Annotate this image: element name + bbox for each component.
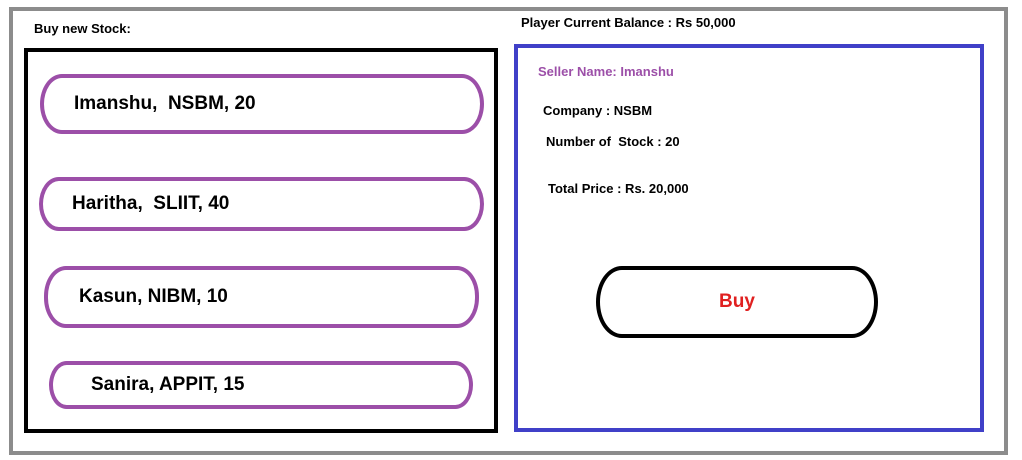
buy-button[interactable]: Buy (596, 266, 878, 338)
seller-name: Seller Name: Imanshu (538, 64, 674, 79)
stock-listing-label: Haritha, SLIIT, 40 (72, 193, 230, 214)
stock-listing-item[interactable]: Haritha, SLIIT, 40 (39, 177, 484, 231)
stock-listing-item[interactable]: Imanshu, NSBM, 20 (40, 74, 484, 134)
stock-listing-item[interactable]: Kasun, NIBM, 10 (44, 266, 479, 328)
stock-listing-label: Kasun, NIBM, 10 (79, 286, 228, 307)
stock-listing-item[interactable]: Sanira, APPIT, 15 (49, 361, 473, 409)
company-name: Company : NSBM (543, 103, 653, 118)
stock-listing-label: Sanira, APPIT, 15 (91, 374, 245, 395)
page-title: Buy new Stock: (34, 21, 131, 36)
player-balance: Player Current Balance : Rs 50,000 (521, 15, 736, 30)
stock-count: Number of Stock : 20 (546, 134, 680, 149)
stock-listing-label: Imanshu, NSBM, 20 (74, 93, 256, 114)
total-price: Total Price : Rs. 20,000 (548, 181, 689, 196)
